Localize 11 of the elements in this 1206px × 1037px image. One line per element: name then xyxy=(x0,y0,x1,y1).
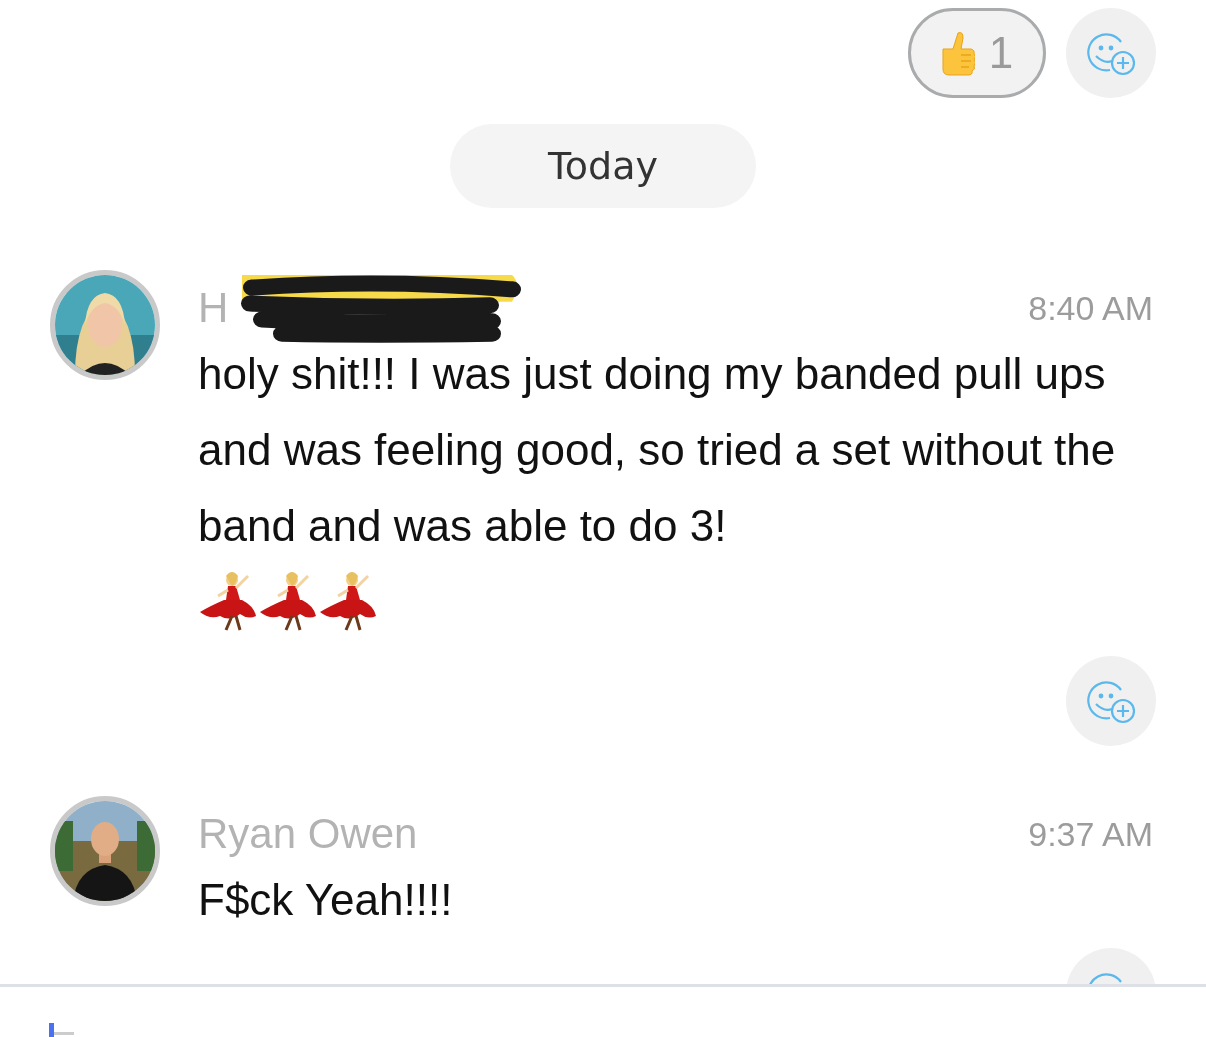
add-emoji-icon xyxy=(1086,30,1136,76)
message-text: F$ck Yeah!!!! xyxy=(198,874,454,926)
thumbs-up-icon xyxy=(940,29,975,77)
date-divider: Today xyxy=(450,124,756,208)
add-emoji-icon xyxy=(1086,678,1136,724)
sender-name: Ryan Owen xyxy=(198,810,418,858)
reaction-button[interactable]: 1 xyxy=(908,8,1046,98)
message-time: 8:40 AM xyxy=(1028,288,1153,328)
message-time: 9:37 AM xyxy=(1028,814,1153,854)
sender-name: H xyxy=(198,284,229,332)
message-text: holy shit!!! I was just doing my banded pull ups and was feeling good, so tried a set without the band and was able to do 3! xyxy=(198,348,1117,552)
